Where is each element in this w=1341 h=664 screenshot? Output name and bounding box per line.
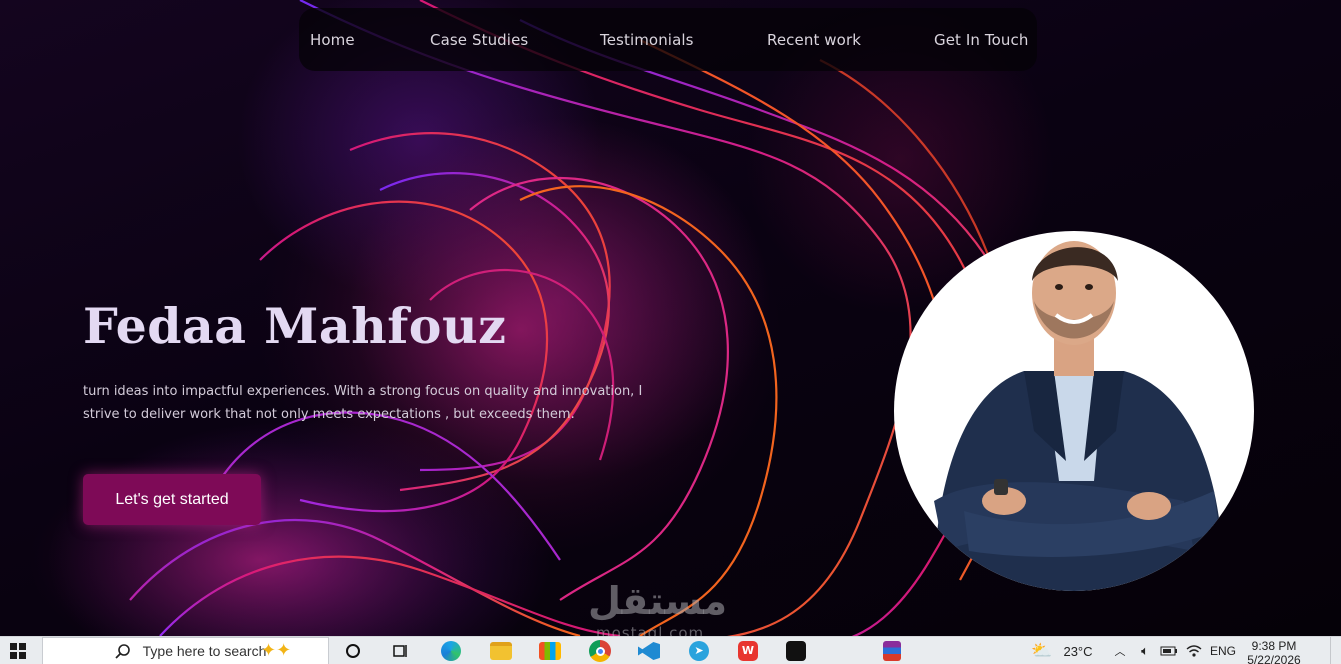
file-explorer-icon xyxy=(490,642,512,660)
nav-home-link[interactable]: Home xyxy=(310,31,355,49)
telegram-icon: ➤ xyxy=(689,641,709,661)
chevron-up-icon: ︿ xyxy=(1114,645,1126,658)
hero-name-heading: Fedaa Mahfouz xyxy=(83,297,507,355)
search-highlights-icon: ✦✦ xyxy=(261,640,292,661)
get-started-button[interactable]: Let's get started xyxy=(83,474,261,525)
windows-start-button[interactable] xyxy=(0,637,36,664)
nav-get-in-touch-link[interactable]: Get In Touch xyxy=(934,31,1028,49)
weather-cloud-sun-icon: ⛅ xyxy=(1031,641,1053,661)
watermark-url: mostaql.com xyxy=(596,624,705,636)
search-icon xyxy=(114,644,130,659)
windows-logo-icon xyxy=(10,643,26,659)
temperature-text: 23°C xyxy=(1063,643,1093,659)
search-placeholder: Type here to search xyxy=(142,643,267,659)
mostaql-watermark: مستقل mostaql.com xyxy=(588,579,727,636)
cortana-button[interactable] xyxy=(342,637,364,664)
wifi-icon xyxy=(1186,645,1202,657)
capcut-icon xyxy=(786,641,806,661)
speaker-icon: 🔈︎ xyxy=(1141,643,1149,659)
temperature-readout[interactable]: 23°C xyxy=(1060,637,1096,664)
nav-recent-work-link[interactable]: Recent work xyxy=(767,31,861,49)
wps-office-icon: W xyxy=(738,641,758,661)
clock-button[interactable]: 9:38 PM 5/22/2026 xyxy=(1244,637,1304,664)
file-explorer-button[interactable] xyxy=(488,637,514,664)
hero-description: turn ideas into impactful experiences. W… xyxy=(83,384,643,422)
cortana-circle-icon xyxy=(346,644,360,658)
vscode-app-button[interactable] xyxy=(636,637,662,664)
top-navigation: Home Case Studies Testimonials Recent wo… xyxy=(299,8,1037,71)
show-hidden-icons-button[interactable]: ︿ xyxy=(1112,637,1128,664)
winrar-icon xyxy=(883,641,901,661)
vscode-icon xyxy=(638,642,660,660)
store-app-button[interactable] xyxy=(537,637,563,664)
nav-case-studies-link[interactable]: Case Studies xyxy=(430,31,528,49)
language-indicator: ENG xyxy=(1209,644,1236,658)
telegram-app-button[interactable]: ➤ xyxy=(686,637,712,664)
profile-photo xyxy=(894,231,1254,591)
clock-date: 5/22/2026 xyxy=(1247,653,1301,664)
chrome-app-button[interactable] xyxy=(587,637,613,664)
task-view-button[interactable] xyxy=(390,637,412,664)
battery-button[interactable] xyxy=(1160,637,1178,664)
windows-taskbar: Type here to search ✦✦ ➤ W ⛅ 23°C ︿ 🔈︎ E… xyxy=(0,636,1341,664)
battery-icon xyxy=(1160,646,1177,656)
volume-button[interactable]: 🔈︎ xyxy=(1136,637,1154,664)
edge-app-button[interactable] xyxy=(438,637,464,664)
chrome-icon xyxy=(589,640,611,662)
watermark-arabic-logo: مستقل xyxy=(588,579,727,623)
input-language-button[interactable]: ENG xyxy=(1208,637,1238,664)
person-portrait-illustration xyxy=(934,241,1224,591)
weather-widget[interactable]: ⛅ xyxy=(1028,637,1056,664)
capcut-app-button[interactable] xyxy=(783,637,809,664)
taskbar-search-box[interactable]: Type here to search ✦✦ xyxy=(42,637,329,664)
network-button[interactable] xyxy=(1185,637,1203,664)
show-desktop-button[interactable] xyxy=(1330,637,1341,664)
task-view-icon xyxy=(393,645,407,657)
wps-office-app-button[interactable]: W xyxy=(735,637,761,664)
store-icon xyxy=(539,642,561,660)
nav-testimonials-link[interactable]: Testimonials xyxy=(600,31,694,49)
edge-icon xyxy=(441,641,461,661)
winrar-app-button[interactable] xyxy=(879,637,905,664)
clock-time: 9:38 PM xyxy=(1251,639,1297,653)
hero-section: Home Case Studies Testimonials Recent wo… xyxy=(0,0,1341,636)
